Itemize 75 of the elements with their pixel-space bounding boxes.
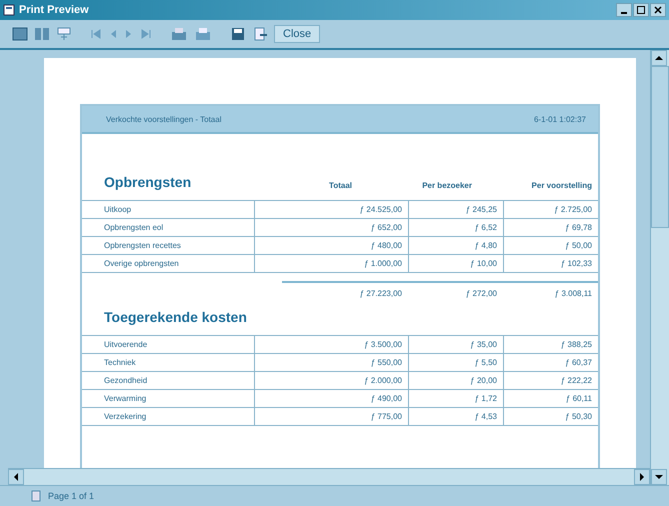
table-cell: ƒ 4,53 xyxy=(409,408,504,425)
table-cell: ƒ 1.000,00 xyxy=(255,255,409,272)
printer-icon[interactable] xyxy=(170,26,188,42)
table-cell-text: ƒ 2.725,00 xyxy=(553,204,593,216)
table-cell: Techniek xyxy=(82,354,255,371)
horizontal-scrollbar[interactable] xyxy=(8,468,650,485)
scroll-up-button[interactable] xyxy=(651,50,667,66)
save-icon[interactable] xyxy=(230,26,246,42)
column-header: Per bezoeker xyxy=(421,181,473,190)
table-cell: ƒ 652,00 xyxy=(255,219,409,236)
maximize-button[interactable] xyxy=(633,3,649,17)
page-indicator: Page 1 of 1 xyxy=(48,491,94,501)
table-cell: ƒ 245,25 xyxy=(409,201,504,218)
table-cell-text: ƒ 388,25 xyxy=(560,339,593,351)
column-header: Per voorstelling xyxy=(530,181,593,190)
table-cell-text: ƒ 60,11 xyxy=(564,393,593,405)
table-cell-text: ƒ 50,30 xyxy=(564,411,593,423)
maximize-icon xyxy=(637,6,645,14)
report-title: Verkochte voorstellingen - Totaal xyxy=(106,114,222,124)
table-cell: Uitkoop xyxy=(82,201,255,218)
last-page-icon[interactable] xyxy=(140,28,152,40)
table-cell: ƒ 35,00 xyxy=(409,336,504,353)
vertical-scrollbar[interactable] xyxy=(650,50,669,485)
table-cell: Gezondheid xyxy=(82,372,255,389)
table-cell: Opbrengsten eol xyxy=(82,219,255,236)
close-icon xyxy=(654,6,662,14)
total-cell-text: ƒ 27.223,00 xyxy=(358,288,403,300)
table-cell: ƒ 3.500,00 xyxy=(255,336,409,353)
page-icon[interactable] xyxy=(12,26,28,42)
table-cell: ƒ 5,50 xyxy=(409,354,504,371)
table-cell: Opbrengsten recettes xyxy=(82,237,255,254)
close-preview-button[interactable]: Close xyxy=(274,25,320,43)
scroll-thumb[interactable] xyxy=(651,66,669,228)
table-cell: ƒ 2.000,00 xyxy=(255,372,409,389)
right-arrow-icon xyxy=(639,473,645,481)
table-cell: ƒ 10,00 xyxy=(409,255,504,272)
down-arrow-icon xyxy=(655,474,663,480)
close-button[interactable] xyxy=(650,3,666,17)
table-cell: ƒ 550,00 xyxy=(255,354,409,371)
section-title: Toegerekende kosten xyxy=(104,309,247,325)
up-arrow-icon xyxy=(655,55,663,61)
pages-icon[interactable] xyxy=(34,26,50,42)
export-icon[interactable] xyxy=(252,26,268,42)
table-cell-text: ƒ 50,00 xyxy=(564,240,593,252)
total-cell-text: ƒ 3.008,11 xyxy=(554,288,593,300)
table-cell: ƒ 4,80 xyxy=(409,237,504,254)
table-cell: ƒ 1,72 xyxy=(409,390,504,407)
first-page-icon[interactable] xyxy=(90,28,102,40)
table-cell: ƒ 480,00 xyxy=(255,237,409,254)
table-cell: ƒ 6,52 xyxy=(409,219,504,236)
table-cell: ƒ 20,00 xyxy=(409,372,504,389)
scroll-down-button[interactable] xyxy=(651,469,667,485)
section-title: Opbrengsten xyxy=(104,174,192,190)
table-cell-text: ƒ 222,22 xyxy=(560,375,593,387)
table-cell: ƒ 775,00 xyxy=(255,408,409,425)
table-cell: Uitvoerende xyxy=(82,336,255,353)
table-cell: Overige opbrengsten xyxy=(82,255,255,272)
table-cell-text: ƒ 102,33 xyxy=(560,258,593,270)
report-date: 6-1-01 1:02:37 xyxy=(534,114,586,124)
table-cell-text: ƒ 69,78 xyxy=(564,222,593,234)
left-arrow-icon xyxy=(13,473,19,481)
table-cell: ƒ 490,00 xyxy=(255,390,409,407)
scroll-right-button[interactable] xyxy=(634,469,650,485)
app-icon xyxy=(3,4,15,16)
page-icon xyxy=(30,490,42,502)
table-cell-text: ƒ 60,37 xyxy=(564,357,593,369)
table-cell: ƒ 24.525,00 xyxy=(255,201,409,218)
table-cell: Verwarming xyxy=(82,390,255,407)
total-cell-text: ƒ 272,00 xyxy=(464,288,498,300)
printer-icon[interactable] xyxy=(194,26,212,42)
window-title: Print Preview xyxy=(19,4,90,16)
table-cell: Verzekering xyxy=(82,408,255,425)
minimize-button[interactable] xyxy=(616,3,632,17)
scroll-left-button[interactable] xyxy=(8,469,24,485)
column-header: Totaal xyxy=(328,181,353,190)
